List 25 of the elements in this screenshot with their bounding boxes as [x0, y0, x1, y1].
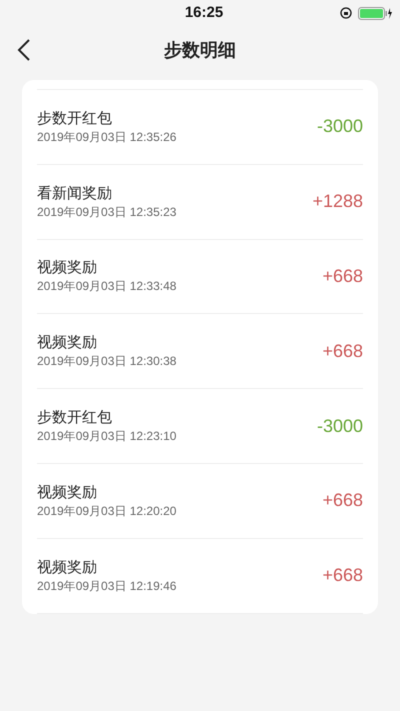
record-title: 视频奖励: [37, 482, 98, 503]
record-amount: +668: [322, 264, 363, 288]
rotation-lock-icon: [340, 7, 352, 19]
record-title: 视频奖励: [37, 558, 98, 578]
record-amount: -3000: [316, 115, 363, 138]
record-time: 2019年09月03日 12:35:26: [37, 128, 176, 145]
record-amount: +1288: [312, 190, 363, 214]
record-title: 步数开红包: [37, 408, 113, 428]
record-amount: +668: [322, 564, 363, 588]
record-time: 2019年09月03日 12:30:38: [37, 353, 176, 370]
record-amount: +668: [322, 340, 363, 363]
record-time: 2019年09月03日 12:33:48: [37, 278, 176, 294]
record-title: 视频奖励: [37, 258, 98, 278]
record-time: 2019年09月03日 12:35:23: [37, 204, 176, 220]
status-time: 16:25: [184, 2, 224, 23]
record-amount: +668: [322, 489, 363, 512]
record-title: 视频奖励: [37, 333, 98, 354]
battery-icon: [358, 6, 392, 20]
record-time: 2019年09月03日 12:20:20: [37, 502, 176, 519]
record-amount: -3000: [316, 414, 363, 438]
record-time: 2019年09月03日 12:23:10: [37, 428, 176, 444]
record-title: 步数开红包: [37, 108, 113, 129]
record-time: 2019年09月03日 12:19:46: [37, 578, 176, 594]
record-title: 看新闻奖励: [37, 184, 113, 204]
page-title: 步数明细: [164, 38, 236, 62]
